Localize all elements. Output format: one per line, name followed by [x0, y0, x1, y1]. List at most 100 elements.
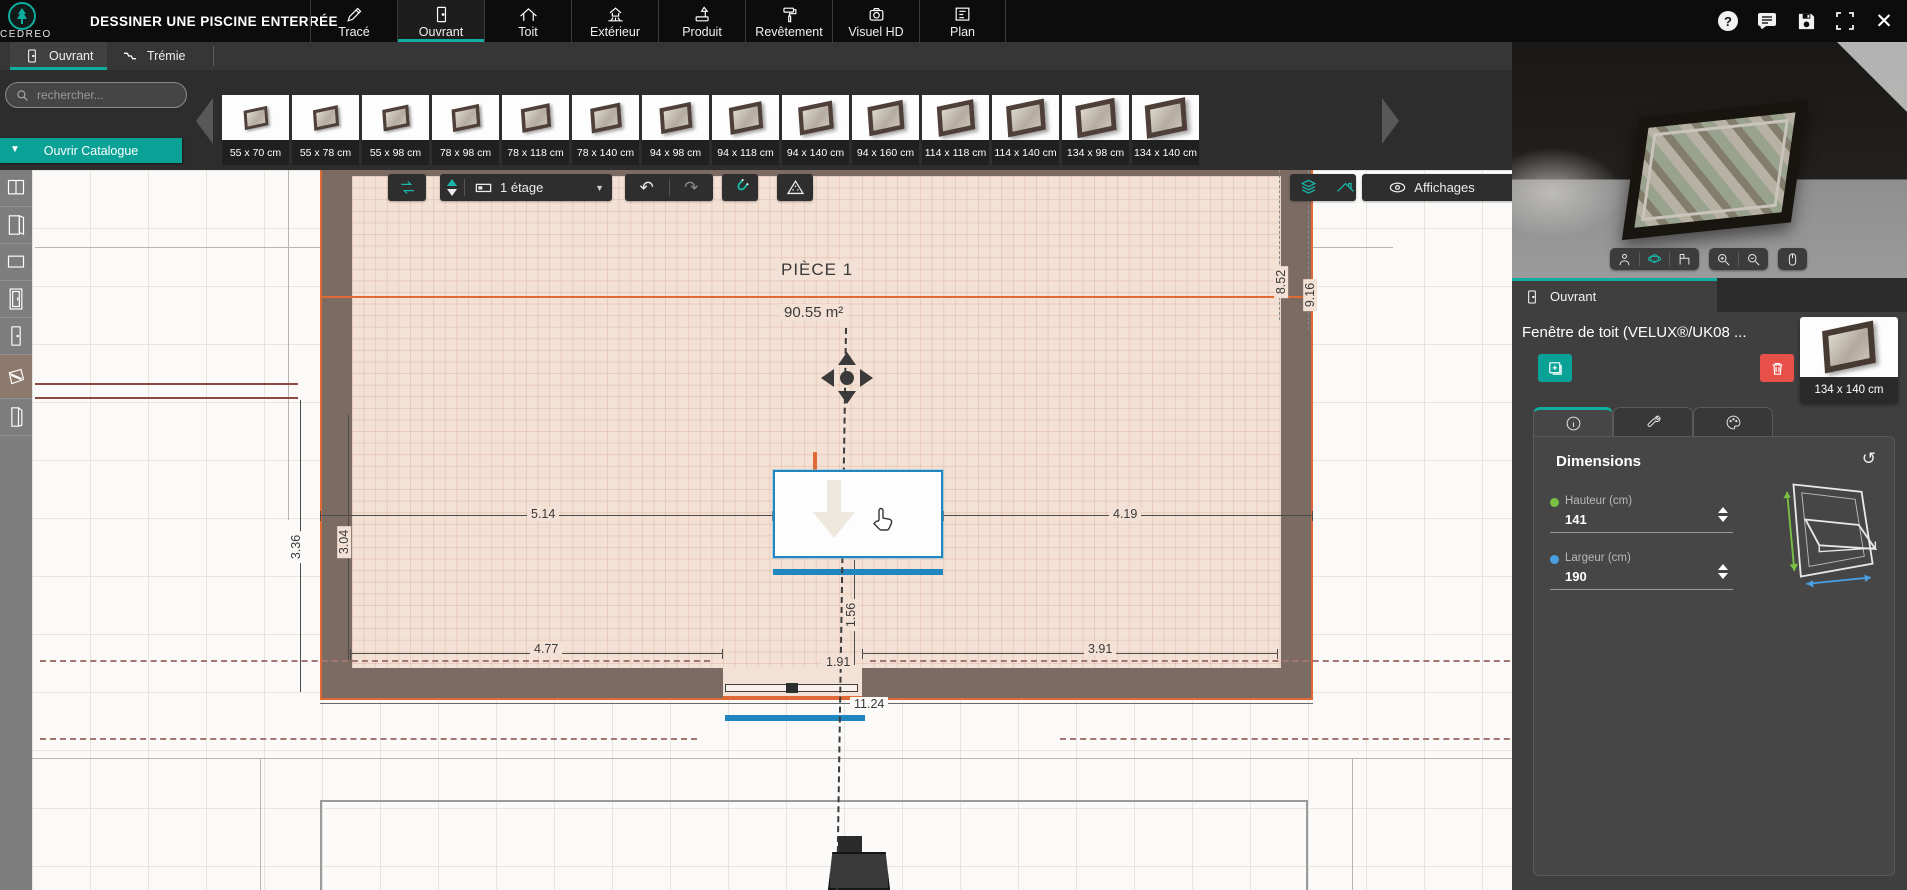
room-floor[interactable]	[352, 176, 1281, 668]
wall-view-button[interactable]	[1670, 252, 1699, 267]
tab-plan[interactable]: Plan	[919, 0, 1006, 42]
pool-outline[interactable]	[320, 800, 1308, 890]
tab-revetement[interactable]: Revêtement	[745, 0, 832, 42]
sidebar-item-fixed-window[interactable]	[0, 244, 32, 281]
sidebar-item-french-window[interactable]	[0, 207, 32, 244]
fullscreen-button[interactable]	[1834, 10, 1856, 32]
room-walls[interactable]	[320, 170, 1313, 700]
catalog-item[interactable]: 134 x 140 cm	[1132, 95, 1199, 165]
fullscreen-icon	[1836, 12, 1854, 30]
inspector-tab-ouvrant[interactable]: Ouvrant	[1512, 278, 1717, 312]
tab-visuel-hd[interactable]: Visuel HD	[832, 0, 919, 42]
width-input[interactable]: 190	[1565, 569, 1587, 584]
mouse-icon	[1788, 252, 1797, 266]
magnet-snap-button[interactable]	[722, 174, 758, 201]
tab-produit[interactable]: Produit	[658, 0, 745, 42]
zoom-out-button[interactable]	[1739, 252, 1768, 267]
step-down-icon	[1718, 573, 1728, 579]
catalog-item[interactable]: 78 x 118 cm	[502, 95, 569, 165]
roof-window-thumbnail	[642, 95, 709, 140]
brand-text: CEDREO	[0, 29, 52, 40]
undo-button[interactable]: ↶	[625, 174, 669, 201]
tab-ouvrant-category[interactable]: Ouvrant	[10, 42, 108, 70]
swap-icon	[400, 181, 414, 194]
subtab-info[interactable]	[1533, 407, 1613, 437]
roof-overhang-dashed-line	[40, 738, 697, 740]
catalog-item[interactable]: 78 x 98 cm	[432, 95, 499, 165]
sidebar-item-entry-door[interactable]	[0, 281, 32, 318]
subtab-appearance[interactable]	[1693, 407, 1773, 437]
mouse-controls-button[interactable]	[1778, 252, 1807, 267]
close-button[interactable]: ✕	[1873, 10, 1895, 32]
catalog-item[interactable]: 114 x 140 cm	[992, 95, 1059, 165]
height-stepper[interactable]	[1718, 507, 1728, 522]
selected-product-card[interactable]: 134 x 140 cm	[1800, 317, 1898, 403]
redo-button[interactable]: ↷	[670, 174, 714, 201]
search-icon	[17, 89, 28, 101]
catalog-item[interactable]: 55 x 70 cm	[222, 95, 289, 165]
tab-exterieur[interactable]: Extérieur	[571, 0, 658, 42]
duplicate-icon	[1548, 361, 1562, 375]
orbit-3d-button[interactable]	[1640, 252, 1669, 267]
tab-tremie-category[interactable]: Trémie	[108, 42, 199, 70]
feedback-button[interactable]	[1756, 10, 1778, 32]
move-handle[interactable]	[819, 350, 875, 406]
floor-selector[interactable]: 1 étage ▼	[440, 174, 612, 201]
search-box[interactable]	[5, 82, 187, 108]
layers-3d-button[interactable]	[1290, 174, 1327, 201]
search-input[interactable]	[37, 88, 167, 102]
roof-truss-button[interactable]	[777, 174, 813, 201]
floor-stepper[interactable]	[440, 179, 464, 196]
roof-view-button[interactable]	[1327, 174, 1364, 201]
walkthrough-button[interactable]	[1610, 252, 1639, 267]
floor-plan-canvas[interactable]: PIÈCE 1 90.55 m² 5.14 4.19 3.36 3.04 8.5…	[32, 170, 1512, 890]
affichages-dropdown[interactable]: Affichages ▼	[1362, 174, 1512, 201]
casement-window-icon	[8, 214, 25, 236]
catalog-item[interactable]: 134 x 98 cm	[1062, 95, 1129, 165]
carousel-right-arrow[interactable]	[1382, 98, 1399, 144]
width-label: Largeur (cm)	[1565, 552, 1631, 564]
sidebar-item-roof-window[interactable]	[0, 355, 32, 399]
duplicate-button[interactable]	[1538, 354, 1572, 382]
eye-icon	[1390, 182, 1406, 193]
boundary-line	[1352, 758, 1353, 890]
catalog-item[interactable]: 94 x 160 cm	[852, 95, 919, 165]
chat-icon	[1758, 13, 1776, 30]
selected-roof-window[interactable]	[773, 470, 943, 558]
overall-dimension-line	[320, 703, 1313, 704]
selected-object-title: Fenêtre de toit (VELUX®/UK08 ...	[1522, 324, 1747, 341]
redo-icon: ↷	[684, 177, 699, 197]
catalog-item[interactable]: 55 x 78 cm	[292, 95, 359, 165]
palette-icon	[1726, 415, 1740, 430]
sidebar-item-interior-door[interactable]	[0, 318, 32, 355]
save-button[interactable]	[1795, 10, 1817, 32]
swap-floor-button[interactable]	[388, 174, 426, 201]
carousel-left-arrow[interactable]	[196, 98, 213, 144]
subtab-settings[interactable]	[1613, 407, 1693, 437]
reset-dimensions-button[interactable]: ↺	[1862, 449, 1876, 469]
delete-button[interactable]	[1760, 354, 1794, 382]
help-button[interactable]: ?	[1717, 10, 1739, 32]
sidebar-item-garage-door[interactable]	[0, 399, 32, 436]
height-input[interactable]: 141	[1565, 512, 1587, 527]
catalog-item[interactable]: 94 x 140 cm	[782, 95, 849, 165]
zoom-in-button[interactable]	[1709, 252, 1738, 267]
cedreo-logo[interactable]: CEDREO	[0, 0, 80, 42]
open-catalogue-button[interactable]: ▼ Ouvrir Catalogue	[0, 138, 182, 163]
roof-window-thumbnail	[852, 95, 919, 140]
catalog-item[interactable]: 55 x 98 cm	[362, 95, 429, 165]
catalog-item[interactable]: 94 x 118 cm	[712, 95, 779, 165]
tab-ouvrant[interactable]: Ouvrant	[397, 0, 484, 42]
tab-toit[interactable]: Toit	[484, 0, 571, 42]
sidebar-item-window[interactable]	[0, 170, 32, 207]
3d-preview[interactable]	[1512, 42, 1907, 278]
height-dot	[1550, 498, 1559, 507]
width-stepper[interactable]	[1718, 564, 1728, 579]
window-icon	[7, 179, 25, 195]
catalog-item[interactable]: 114 x 118 cm	[922, 95, 989, 165]
blueprint-icon	[955, 7, 970, 21]
tab-trace[interactable]: Tracé	[310, 0, 397, 42]
top-bar: CEDREO DESSINER UNE PISCINE ENTERRÉE Tra…	[0, 0, 1907, 42]
catalog-item[interactable]: 94 x 98 cm	[642, 95, 709, 165]
catalog-item[interactable]: 78 x 140 cm	[572, 95, 639, 165]
